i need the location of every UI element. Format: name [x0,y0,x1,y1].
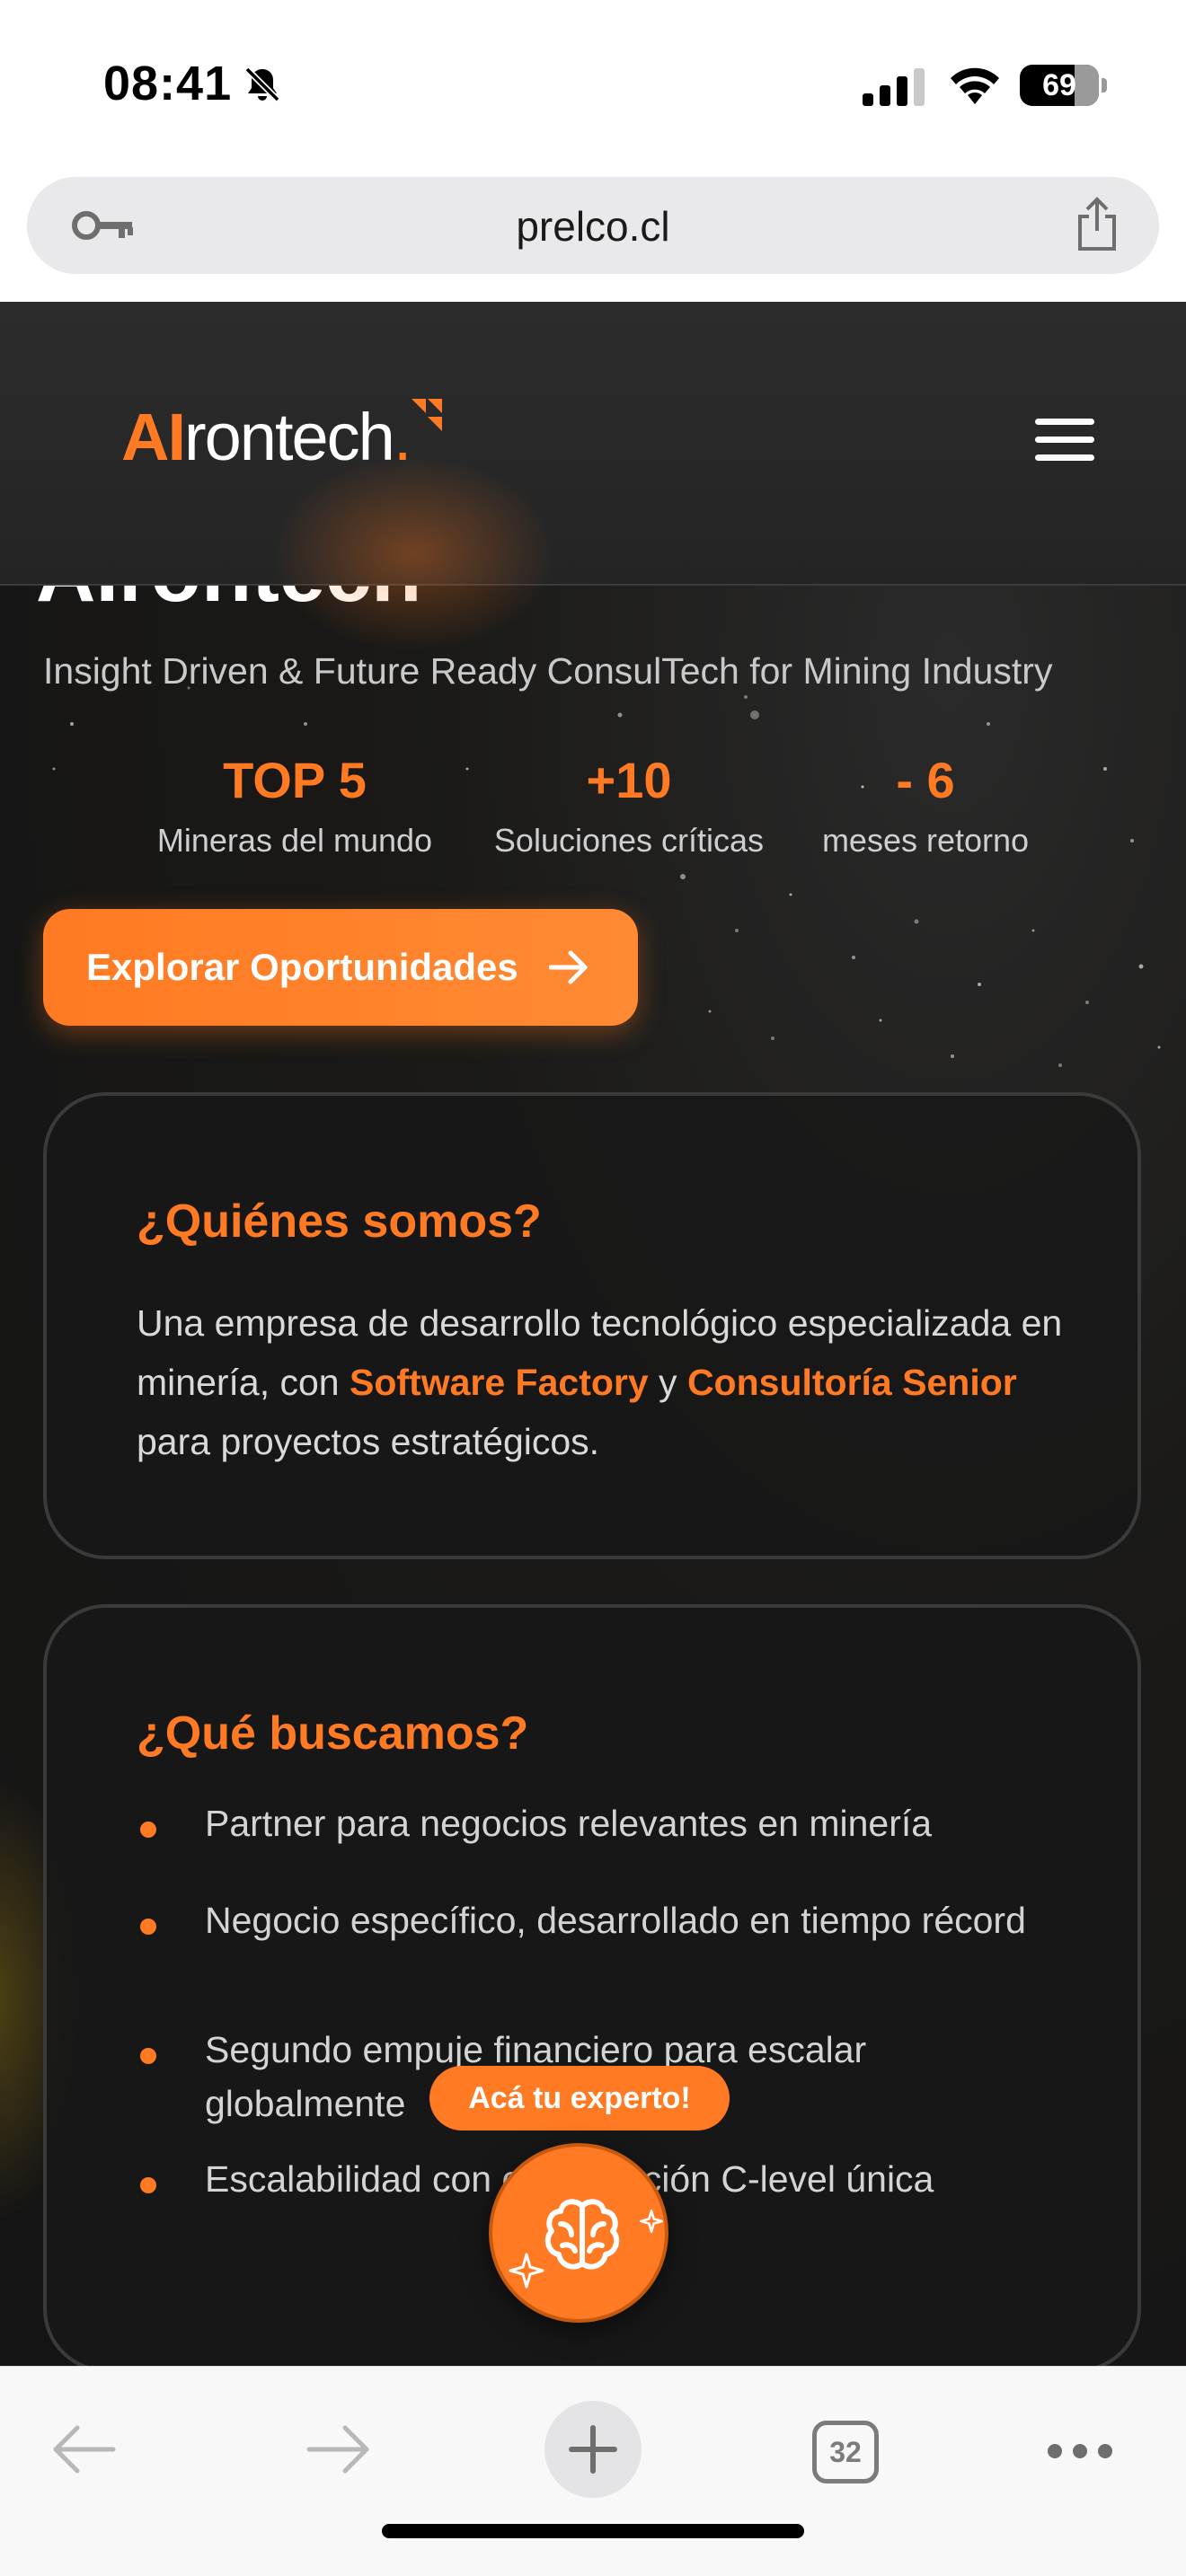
expert-badge[interactable]: Acá tu experto! [429,2066,730,2130]
share-icon[interactable] [1073,197,1121,252]
bell-slash-icon [244,66,280,102]
new-tab-button[interactable] [544,2401,642,2498]
more-icon[interactable] [1046,2442,1114,2460]
about-text: Una empresa de desarrollo tecnológico es… [137,1302,1063,1462]
consultoria-senior-highlight: Consultoría Senior [686,1362,1017,1403]
logo-mark-icon [412,399,442,431]
stat-value: +10 [586,752,672,808]
stat-solutions: +10 Soluciones críticas [467,751,791,860]
url-text[interactable]: prelco.cl [27,202,1159,251]
stat-top5: TOP 5 Mineras del mundo [133,751,456,860]
bullet-dot-icon [140,2177,156,2193]
tagline: Insight Driven & Future Ready ConsulTech… [43,650,1053,692]
stat-label: meses retorno [821,822,1030,859]
battery-percent: 69 [1042,68,1076,102]
plus-icon [569,2425,617,2474]
explore-opportunities-button[interactable]: Explorar Oportunidades [43,909,638,1026]
status-time: 08:41 [103,57,233,110]
stat-return: - 6 meses retorno [791,751,1060,860]
software-factory-highlight: Software Factory [350,1362,649,1403]
home-indicator[interactable] [382,2524,804,2538]
stat-label: Mineras del mundo [156,822,433,859]
expert-chat-button[interactable] [489,2143,668,2323]
stat-label: Soluciones críticas [493,822,765,859]
about-card: ¿Quiénes somos? Una empresa de desarroll… [43,1092,1141,1559]
about-title: ¿Quiénes somos? [137,1195,542,1248]
browser-toolbar: 32 [0,2366,1186,2576]
signal-icon [863,68,925,106]
bullet-dot-icon [140,1919,156,1935]
tabs-button[interactable]: 32 [812,2421,879,2483]
stat-value: - 6 [896,752,955,808]
bullet-dot-icon [140,2048,156,2064]
arrow-right-icon [548,950,588,984]
site-header: AIrontech. [0,302,1186,652]
forward-arrow-icon[interactable] [304,2422,372,2476]
cta-label: Explorar Oportunidades [86,946,518,988]
wifi-icon [951,67,999,104]
sparkle-icon [509,2253,544,2289]
bullet-dot-icon [140,1822,156,1838]
seek-title: ¿Qué buscamos? [137,1707,529,1760]
status-bar: 08:41 69 [0,0,1186,171]
battery-indicator: 69 [1020,65,1099,106]
brain-icon [544,2199,620,2270]
menu-icon[interactable] [1035,419,1094,472]
site-logo[interactable]: AIrontech. [121,399,412,475]
sparkle-icon [640,2210,663,2233]
web-content: AIrontech AIrontech. Insight Driven & Fu… [0,302,1186,2366]
stat-value: TOP 5 [223,752,367,808]
back-arrow-icon[interactable] [50,2422,119,2476]
address-bar[interactable]: prelco.cl [27,177,1159,274]
